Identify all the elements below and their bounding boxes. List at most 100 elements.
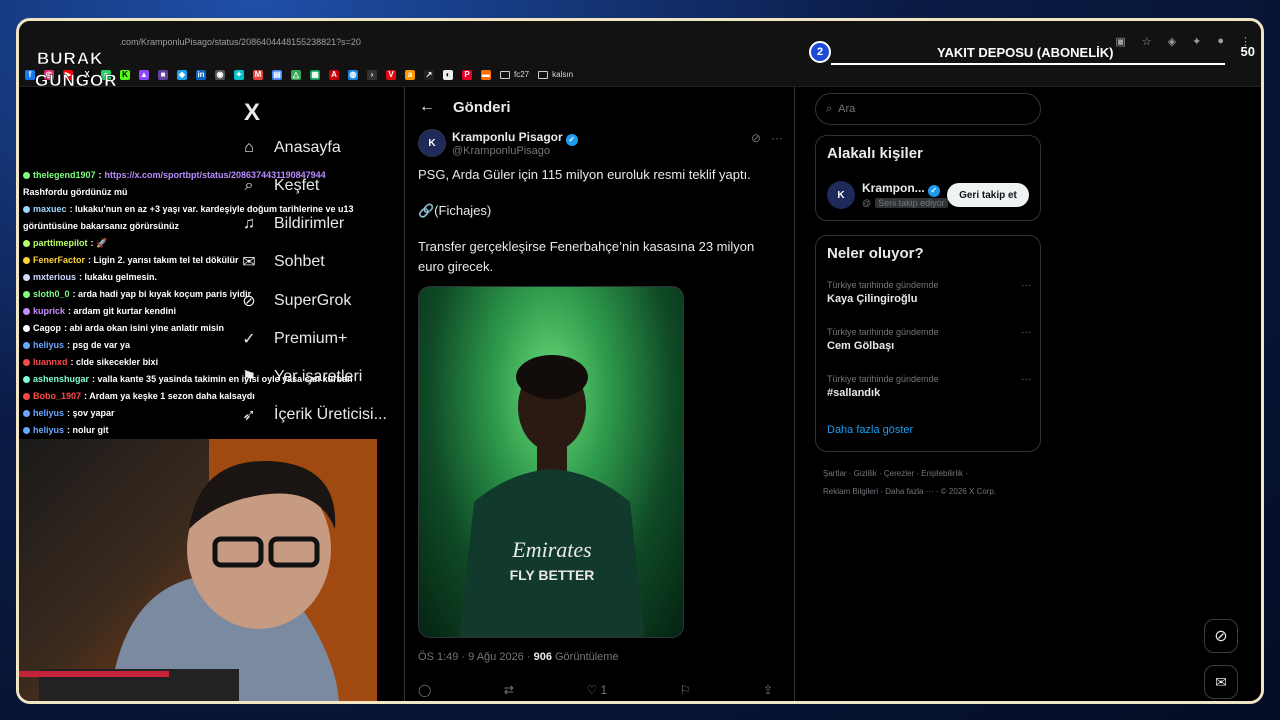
bookmark-icon[interactable]: ⚐ bbox=[680, 683, 691, 697]
facebook-bookmark-icon[interactable]: f bbox=[25, 69, 35, 80]
gmail-bookmark-icon[interactable]: M bbox=[253, 69, 263, 80]
chat-message: ashenshugar: valla kante 35 yasinda taki… bbox=[23, 371, 393, 388]
chat-badge-icon bbox=[23, 257, 30, 264]
chat-message: sloth0_0: arda hadi yap bi kıyak koçum p… bbox=[23, 286, 393, 303]
more-icon[interactable]: ··· bbox=[1021, 280, 1031, 291]
search-input[interactable]: ⌕ Ara bbox=[815, 93, 1041, 125]
related-people-card: Alakalı kişiler K Krampon... ✓ @ Seni tak… bbox=[815, 135, 1041, 221]
messages-float-button[interactable]: ✉ bbox=[1204, 665, 1238, 699]
sub-goal-track bbox=[831, 63, 1225, 65]
reply-icon[interactable]: ◯ bbox=[418, 683, 431, 697]
post-action-bar: ◯ ⇄ ♡ 1 ⚐ ⇪ bbox=[418, 683, 773, 697]
streamer-logo: BURAK GUNGOR bbox=[35, 49, 118, 91]
bookmarks-bar: f ◎ ▶ X ● K ▲ ■ ◆ in ◉ ✦ M ▤ △ ▦ A ◍ › V… bbox=[19, 63, 1261, 87]
chat-text: Rashfordu gördünüz mü bbox=[23, 187, 128, 197]
chat-text: : lukaku'nun en az +3 yaşı var. kardeşiy… bbox=[69, 204, 354, 214]
related-people-title: Alakalı kişiler bbox=[827, 145, 923, 162]
more-icon[interactable]: ··· bbox=[1021, 327, 1031, 338]
twitch-bookmark-icon[interactable]: ▲ bbox=[139, 69, 149, 80]
chat-text: : nolur git bbox=[67, 425, 109, 435]
author-handle[interactable]: @KramponluPisago bbox=[452, 145, 550, 157]
share-icon[interactable]: ⇪ bbox=[763, 683, 773, 697]
chat-message: parttimepilot: 🚀 bbox=[23, 235, 393, 252]
related-avatar[interactable]: K bbox=[827, 181, 855, 209]
chat-badge-icon bbox=[23, 359, 30, 366]
trend-item[interactable]: Türkiye tarihinde gündemde Kaya Çilingir… bbox=[827, 280, 1031, 305]
url-text[interactable]: .com/KramponluPisago/status/208640444815… bbox=[119, 37, 361, 47]
chat-username[interactable]: heliyus bbox=[33, 422, 64, 439]
pinterest-bookmark-icon[interactable]: P bbox=[462, 69, 472, 80]
x-logo-icon[interactable]: X bbox=[244, 99, 260, 127]
related-name[interactable]: Krampon... ✓ bbox=[862, 181, 940, 197]
repost-icon[interactable]: ⇄ bbox=[504, 683, 514, 697]
chat-username[interactable]: heliyus bbox=[33, 337, 64, 354]
chat-username[interactable]: mxterious bbox=[33, 269, 76, 286]
trends-title: Neler oluyor? bbox=[827, 245, 924, 262]
chat-username[interactable]: Bobo_1907 bbox=[33, 388, 81, 405]
globe-bookmark-icon[interactable]: ◍ bbox=[348, 69, 358, 80]
amazon-bookmark-icon[interactable]: a bbox=[405, 69, 415, 80]
streamer-image bbox=[19, 439, 377, 701]
show-more-link[interactable]: Daha fazla göster bbox=[827, 424, 913, 436]
adobe-bookmark-icon[interactable]: A bbox=[329, 69, 339, 80]
v-bookmark-icon[interactable]: V bbox=[386, 69, 396, 80]
bookmark-folder-kalsin[interactable]: kalsın bbox=[538, 70, 573, 79]
circle-bookmark-icon[interactable]: ◐ bbox=[443, 69, 453, 80]
chat-message: luannxd: clde sikecekler bixi bbox=[23, 354, 393, 371]
chat-badge-icon bbox=[23, 393, 30, 400]
like-button[interactable]: ♡ 1 bbox=[586, 683, 607, 697]
chat-message: kuprick: ardam git kurtar kendini bbox=[23, 303, 393, 320]
orange-bookmark-icon[interactable]: ▬ bbox=[481, 69, 491, 80]
more-options-icon[interactable]: ··· bbox=[771, 131, 783, 145]
grok-explain-icon[interactable]: ⊘ bbox=[751, 131, 761, 145]
grok-float-button[interactable]: ⊘ bbox=[1204, 619, 1238, 653]
chat-username[interactable]: Cagop bbox=[33, 320, 61, 337]
chat-link[interactable]: https://x.com/sportbpt/status/2086374431… bbox=[105, 167, 326, 184]
chat-message: Rashfordu gördünüz mü bbox=[23, 184, 393, 201]
chat-username[interactable]: parttimepilot bbox=[33, 235, 88, 252]
follows-you-badge: Seni takip ediyor bbox=[875, 198, 948, 208]
chat-username[interactable]: FenerFactor bbox=[33, 252, 85, 269]
subscription-goal: 2 YAKIT DEPOSU (ABONELİK) 50 bbox=[809, 41, 1255, 65]
author-name[interactable]: Kramponlu Pisagor ✓ bbox=[452, 130, 578, 146]
related-handle-row: @ Seni takip ediyor bbox=[862, 198, 948, 208]
tweetdeck-bookmark-icon[interactable]: ◆ bbox=[177, 69, 187, 80]
chat-username[interactable]: sloth0_0 bbox=[33, 286, 70, 303]
chat-badge-icon bbox=[23, 291, 30, 298]
post-image[interactable]: Emirates FLY BETTER bbox=[418, 286, 684, 638]
bookmark-folder-fc27[interactable]: fc27 bbox=[500, 70, 529, 79]
chart-bookmark-icon[interactable]: ↗ bbox=[424, 69, 434, 80]
sheets-bookmark-icon[interactable]: ▦ bbox=[310, 69, 320, 80]
author-avatar[interactable]: K bbox=[418, 129, 446, 157]
more-icon[interactable]: ··· bbox=[1021, 374, 1031, 385]
follow-back-button[interactable]: Geri takip et bbox=[947, 183, 1029, 207]
linkedin-bookmark-icon[interactable]: in bbox=[196, 69, 206, 80]
chat-username[interactable]: luannxd bbox=[33, 354, 68, 371]
docs-bookmark-icon[interactable]: ▤ bbox=[272, 69, 282, 80]
trend-item[interactable]: Türkiye tarihinde gündemde Cem Gölbaşı ·… bbox=[827, 327, 1031, 352]
player-photo: Emirates FLY BETTER bbox=[459, 355, 645, 637]
arrow-bookmark-icon[interactable]: › bbox=[367, 69, 377, 80]
screen-frame: .com/KramponluPisago/status/208640444815… bbox=[16, 18, 1264, 704]
chat-username[interactable]: heliyus bbox=[33, 405, 64, 422]
chat-username[interactable]: thelegend1907 bbox=[33, 167, 96, 184]
chat-badge-icon bbox=[23, 410, 30, 417]
chat-username[interactable]: kuprick bbox=[33, 303, 65, 320]
nav-item-home[interactable]: ⌂ Anasayfa bbox=[238, 137, 341, 159]
trend-item[interactable]: Türkiye tarihinde gündemde #sallandık ··… bbox=[827, 374, 1031, 399]
drive-bookmark-icon[interactable]: △ bbox=[291, 69, 301, 80]
chat-badge-icon bbox=[23, 325, 30, 332]
post-text-line-1: PSG, Arda Güler için 115 milyon euroluk … bbox=[418, 167, 751, 182]
footer-links[interactable]: Şartlar · Gizlilik · Çerezler · Erişileb… bbox=[823, 465, 1033, 501]
post-text-line-2[interactable]: 🔗(Fichajes) bbox=[418, 201, 783, 221]
spark-bookmark-icon[interactable]: ✦ bbox=[234, 69, 244, 80]
app-bookmark-icon[interactable]: ◉ bbox=[215, 69, 225, 80]
back-arrow-icon[interactable]: ← bbox=[419, 98, 435, 116]
chat-username[interactable]: ashenshugar bbox=[33, 371, 89, 388]
chat-text: : Ligin 2. yarısı takım tel tel dökülür bbox=[88, 255, 239, 265]
folder-icon bbox=[538, 70, 549, 79]
chat-username[interactable]: maxuec bbox=[33, 201, 67, 218]
chat-message: thelegend1907: https://x.com/sportbpt/st… bbox=[23, 167, 393, 184]
chat-text: : psg de var ya bbox=[67, 340, 131, 350]
purple-bookmark-icon[interactable]: ■ bbox=[158, 69, 168, 80]
